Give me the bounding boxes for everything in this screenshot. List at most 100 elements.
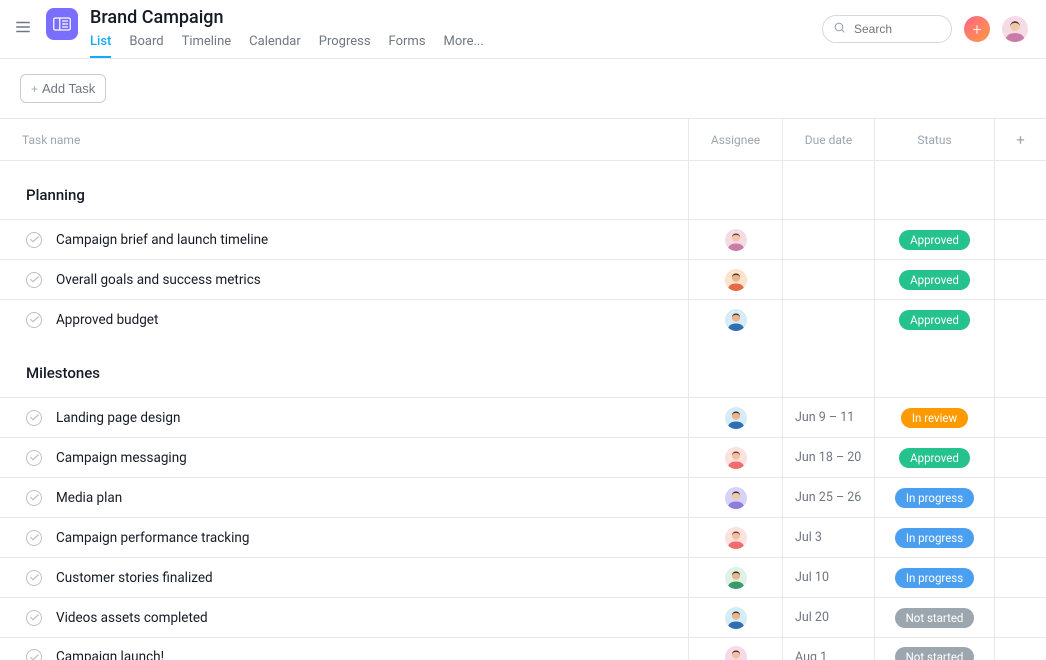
task-row[interactable]: Campaign performance tracking Jul 3 In p… — [0, 517, 1046, 557]
column-header-due[interactable]: Due date — [782, 119, 874, 160]
task-name-cell[interactable]: Campaign performance tracking — [0, 530, 688, 546]
assignee-cell[interactable] — [688, 558, 782, 597]
task-name-cell[interactable]: Approved budget — [0, 312, 688, 328]
complete-toggle[interactable] — [26, 570, 42, 586]
task-name-cell[interactable]: Campaign launch! — [0, 649, 688, 660]
assignee-avatar[interactable] — [725, 407, 747, 429]
complete-toggle[interactable] — [26, 490, 42, 506]
assignee-avatar[interactable] — [725, 229, 747, 251]
task-row[interactable]: Videos assets completed Jul 20 Not start… — [0, 597, 1046, 637]
status-cell[interactable]: In progress — [874, 558, 994, 597]
status-cell[interactable]: Approved — [874, 300, 994, 339]
due-date-cell[interactable]: Jun 9 – 11 — [782, 398, 874, 437]
task-name-cell[interactable]: Overall goals and success metrics — [0, 272, 688, 288]
status-pill[interactable]: In progress — [895, 488, 974, 508]
status-cell[interactable]: Approved — [874, 438, 994, 477]
assignee-avatar[interactable] — [725, 607, 747, 629]
status-pill[interactable]: In progress — [895, 568, 974, 588]
complete-toggle[interactable] — [26, 312, 42, 328]
assignee-cell[interactable] — [688, 518, 782, 557]
task-row[interactable]: Landing page design Jun 9 – 11 In review — [0, 397, 1046, 437]
assignee-cell[interactable] — [688, 260, 782, 299]
task-row[interactable]: Campaign launch! Aug 1 Not started — [0, 637, 1046, 660]
complete-toggle[interactable] — [26, 410, 42, 426]
assignee-cell[interactable] — [688, 478, 782, 517]
view-tab-calendar[interactable]: Calendar — [249, 34, 301, 57]
task-name-cell[interactable]: Videos assets completed — [0, 610, 688, 626]
section-header[interactable]: Milestones — [0, 339, 1046, 397]
search-input[interactable] — [852, 21, 942, 37]
view-tab-timeline[interactable]: Timeline — [182, 34, 232, 57]
add-column-button[interactable]: + — [994, 119, 1046, 160]
due-date-cell[interactable]: Jun 25 – 26 — [782, 478, 874, 517]
status-pill[interactable]: In review — [901, 408, 968, 428]
complete-toggle[interactable] — [26, 610, 42, 626]
status-cell[interactable]: In progress — [874, 518, 994, 557]
assignee-avatar[interactable] — [725, 309, 747, 331]
due-date-cell[interactable] — [782, 260, 874, 299]
status-pill[interactable]: Approved — [899, 270, 970, 290]
status-pill[interactable]: Approved — [899, 448, 970, 468]
complete-toggle[interactable] — [26, 450, 42, 466]
global-search[interactable] — [822, 15, 952, 43]
due-date-cell[interactable]: Jul 20 — [782, 598, 874, 637]
task-row[interactable]: Media plan Jun 25 – 26 In progress — [0, 477, 1046, 517]
column-header-name[interactable]: Task name — [0, 133, 688, 147]
status-pill[interactable]: Not started — [895, 647, 975, 660]
status-cell[interactable]: In review — [874, 398, 994, 437]
assignee-avatar[interactable] — [725, 269, 747, 291]
due-date-cell[interactable]: Aug 1 — [782, 638, 874, 660]
assignee-cell[interactable] — [688, 300, 782, 339]
task-row[interactable]: Campaign messaging Jun 18 – 20 Approved — [0, 437, 1046, 477]
view-tab-forms[interactable]: Forms — [389, 34, 426, 57]
status-cell[interactable]: Approved — [874, 260, 994, 299]
status-cell[interactable]: Approved — [874, 220, 994, 259]
task-name-cell[interactable]: Customer stories finalized — [0, 570, 688, 586]
view-tab-board[interactable]: Board — [129, 34, 163, 57]
complete-toggle[interactable] — [26, 232, 42, 248]
complete-toggle[interactable] — [26, 649, 42, 660]
due-date-cell[interactable]: Jul 10 — [782, 558, 874, 597]
user-avatar[interactable] — [1002, 16, 1028, 42]
task-row[interactable]: Approved budget Approved — [0, 299, 1046, 339]
assignee-avatar[interactable] — [725, 527, 747, 549]
task-name-cell[interactable]: Media plan — [0, 490, 688, 506]
due-date-cell[interactable] — [782, 300, 874, 339]
sidebar-toggle[interactable] — [0, 0, 46, 58]
status-pill[interactable]: Approved — [899, 230, 970, 250]
global-add-button[interactable]: + — [964, 16, 990, 42]
assignee-avatar[interactable] — [725, 447, 747, 469]
status-pill[interactable]: In progress — [895, 528, 974, 548]
due-date-cell[interactable]: Jul 3 — [782, 518, 874, 557]
add-task-button[interactable]: + Add Task — [20, 74, 106, 103]
assignee-cell[interactable] — [688, 398, 782, 437]
column-header-assignee[interactable]: Assignee — [688, 119, 782, 160]
due-date-cell[interactable] — [782, 220, 874, 259]
assignee-cell[interactable] — [688, 438, 782, 477]
due-date-cell[interactable]: Jun 18 – 20 — [782, 438, 874, 477]
section-header[interactable]: Planning — [0, 161, 1046, 219]
complete-toggle[interactable] — [26, 272, 42, 288]
task-name-cell[interactable]: Campaign messaging — [0, 450, 688, 466]
task-name-cell[interactable]: Campaign brief and launch timeline — [0, 232, 688, 248]
status-cell[interactable]: Not started — [874, 638, 994, 660]
status-pill[interactable]: Not started — [895, 608, 975, 628]
status-cell[interactable]: Not started — [874, 598, 994, 637]
assignee-cell[interactable] — [688, 220, 782, 259]
view-tab-list[interactable]: List — [90, 34, 111, 57]
task-row[interactable]: Customer stories finalized Jul 10 In pro… — [0, 557, 1046, 597]
task-row[interactable]: Overall goals and success metrics Approv… — [0, 259, 1046, 299]
complete-toggle[interactable] — [26, 530, 42, 546]
column-header-status[interactable]: Status — [874, 119, 994, 160]
assignee-cell[interactable] — [688, 638, 782, 660]
assignee-avatar[interactable] — [725, 646, 747, 660]
view-tab-progress[interactable]: Progress — [319, 34, 371, 57]
task-row[interactable]: Campaign brief and launch timeline Appro… — [0, 219, 1046, 259]
assignee-avatar[interactable] — [725, 567, 747, 589]
status-pill[interactable]: Approved — [899, 310, 970, 330]
assignee-cell[interactable] — [688, 598, 782, 637]
assignee-avatar[interactable] — [725, 487, 747, 509]
status-cell[interactable]: In progress — [874, 478, 994, 517]
task-name-cell[interactable]: Landing page design — [0, 410, 688, 426]
view-tab-more[interactable]: More... — [444, 34, 484, 57]
